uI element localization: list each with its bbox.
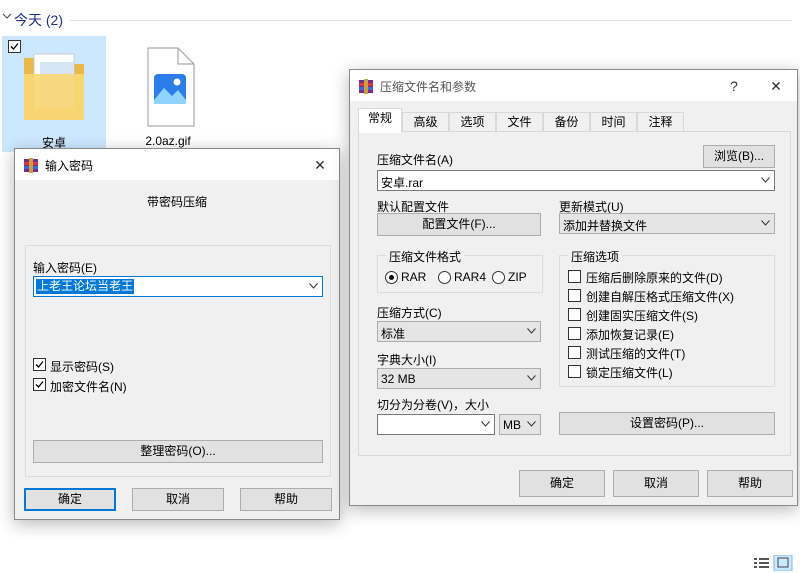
help-button[interactable]: 帮助 [240, 488, 332, 511]
archive-name-input[interactable]: 安卓.rar [377, 170, 775, 191]
tab-files[interactable]: 文件 [496, 112, 543, 132]
titlebar: 压缩文件名和参数 ? ✕ [350, 70, 797, 101]
archive-name-value: 安卓.rar [381, 176, 424, 190]
show-password-checkbox[interactable] [33, 358, 46, 371]
password-value: 上老王论坛当老王 [36, 279, 135, 294]
organize-passwords-button[interactable]: 整理密码(O)... [33, 440, 323, 463]
update-mode-select[interactable]: 添加并替换文件 [559, 213, 775, 234]
split-volumes-label: 切分为分卷(V)，大小 [377, 398, 489, 412]
format-rar4-label: RAR4 [454, 270, 487, 284]
chevron-down-icon[interactable] [481, 421, 490, 427]
file-item-folder[interactable]: 安卓 [2, 36, 106, 152]
archiving-options-title: 压缩选项 [568, 248, 623, 265]
encrypt-names-label: 加密文件名(N) [50, 380, 127, 394]
compression-method-value: 标准 [381, 327, 406, 341]
large-icons-view-icon [773, 555, 793, 571]
close-button[interactable]: ✕ [305, 153, 335, 177]
encrypt-names-checkbox[interactable] [33, 378, 46, 391]
delete-after-checkbox[interactable] [568, 270, 581, 283]
chevron-down-icon[interactable] [527, 421, 536, 427]
tab-time[interactable]: 时间 [590, 112, 637, 132]
chevron-down-icon[interactable] [309, 283, 318, 289]
cancel-button[interactable]: 取消 [613, 470, 699, 497]
ok-button[interactable]: 确定 [519, 470, 605, 497]
chevron-down-icon[interactable] [761, 220, 770, 226]
file-name: 2.0az.gif [145, 134, 191, 148]
option-label: 添加恢复记录(E) [586, 328, 674, 342]
option-label: 测试压缩的文件(T) [586, 347, 686, 361]
split-unit-select[interactable]: MB [499, 414, 541, 435]
chevron-down-icon[interactable] [527, 328, 536, 334]
dialog-title: 输入密码 [45, 159, 94, 173]
tab-general[interactable]: 常规 [358, 108, 402, 133]
format-zip-radio[interactable] [492, 271, 505, 284]
compression-method-select[interactable]: 标准 [377, 321, 541, 342]
radio-dot [389, 275, 394, 280]
update-mode-value: 添加并替换文件 [563, 219, 648, 233]
chevron-down-icon[interactable] [527, 375, 536, 381]
details-view-icon [754, 558, 769, 568]
compression-method-label: 压缩方式(C) [377, 306, 442, 320]
group-title: 今天 (2) [14, 12, 63, 28]
help-button[interactable]: 帮助 [707, 470, 793, 497]
winrar-icon [359, 79, 373, 94]
chevron-down-icon[interactable] [761, 177, 770, 183]
group-divider [70, 20, 792, 21]
close-button[interactable]: ✕ [761, 74, 791, 98]
create-sfx-checkbox[interactable] [568, 289, 581, 302]
archive-format-group: 压缩文件格式 RAR RAR4 ZIP [377, 248, 543, 293]
winrar-icon [24, 158, 38, 173]
tab-advanced[interactable]: 高级 [402, 112, 449, 132]
dictionary-size-label: 字典大小(I) [377, 353, 437, 367]
dictionary-size-select[interactable]: 32 MB [377, 368, 541, 389]
option-label: 压缩后删除原来的文件(D) [586, 271, 723, 285]
set-password-button[interactable]: 设置密码(P)... [559, 412, 775, 435]
browse-button[interactable]: 浏览(B)... [703, 145, 775, 168]
archiving-options-group: 压缩选项 压缩后删除原来的文件(D) 创建自解压格式压缩文件(X) 创建固实压缩… [559, 248, 775, 387]
archive-dialog: 压缩文件名和参数 ? ✕ 常规 高级 选项 文件 备份 时间 注释 压缩文件名(… [349, 69, 798, 506]
test-files-checkbox[interactable] [568, 346, 581, 359]
general-tab-panel: 压缩文件名(A) 浏览(B)... 安卓.rar 默认配置文件 配置文件(F).… [358, 131, 791, 456]
option-label: 创建自解压格式压缩文件(X) [586, 290, 734, 304]
checkmark-icon [35, 381, 44, 388]
lock-archive-checkbox[interactable] [568, 365, 581, 378]
password-input[interactable]: 上老王论坛当老王 [33, 276, 323, 297]
solid-archive-checkbox[interactable] [568, 308, 581, 321]
dialog-heading: 带密码压缩 [146, 195, 207, 209]
show-password-label: 显示密码(S) [50, 360, 114, 374]
folder-icon [24, 53, 84, 120]
tab-options[interactable]: 选项 [449, 112, 496, 132]
password-label: 输入密码(E) [33, 261, 97, 275]
format-rar-radio[interactable] [385, 271, 398, 284]
ok-button[interactable]: 确定 [24, 488, 116, 511]
password-dialog: 输入密码 ✕ 带密码压缩 输入密码(E) 上老王论坛当老王 显示密码(S) 加密… [14, 148, 340, 520]
dialog-title: 压缩文件名和参数 [380, 80, 477, 94]
recovery-record-checkbox[interactable] [568, 327, 581, 340]
archive-format-title: 压缩文件格式 [386, 248, 465, 265]
view-toggle[interactable] [752, 555, 796, 571]
checkmark-icon [35, 361, 44, 368]
option-label: 锁定压缩文件(L) [586, 366, 673, 380]
format-rar4-radio[interactable] [438, 271, 451, 284]
dictionary-size-value: 32 MB [381, 372, 416, 386]
chevron-down-icon [2, 13, 12, 19]
tab-backup[interactable]: 备份 [543, 112, 590, 132]
image-file-icon [147, 47, 195, 127]
archive-name-label: 压缩文件名(A) [377, 153, 453, 167]
format-zip-label: ZIP [508, 270, 527, 284]
tab-comment[interactable]: 注释 [637, 112, 684, 132]
group-header-today[interactable]: 今天 (2) [0, 6, 800, 32]
cancel-button[interactable]: 取消 [132, 488, 224, 511]
tab-strip: 常规 高级 选项 文件 备份 时间 注释 [358, 108, 789, 133]
split-size-input[interactable] [377, 414, 495, 435]
option-label: 创建固实压缩文件(S) [586, 309, 698, 323]
profiles-button[interactable]: 配置文件(F)... [377, 213, 541, 236]
help-title-button[interactable]: ? [719, 74, 749, 98]
file-item-gif[interactable]: 2.0az.gif [116, 36, 220, 152]
format-rar-label: RAR [401, 270, 427, 284]
titlebar: 输入密码 ✕ [15, 149, 339, 180]
split-unit-value: MB [503, 418, 521, 432]
